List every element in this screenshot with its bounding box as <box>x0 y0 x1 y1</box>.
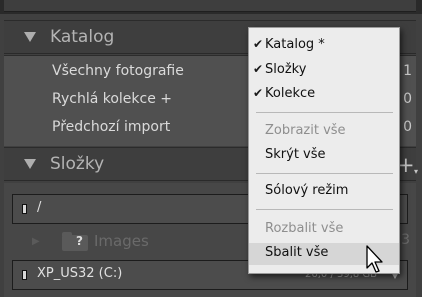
missing-folder-badge: ? <box>76 234 83 248</box>
checkmark-icon: ✔ <box>253 86 264 100</box>
catalog-item-count: 0 <box>403 91 412 107</box>
folder-icon <box>62 232 88 251</box>
menu-item-label: Kolekce <box>265 86 316 101</box>
top-band <box>0 0 422 14</box>
catalog-item-label: Předchozí import <box>52 119 171 135</box>
catalog-item-count: 1 <box>403 63 412 79</box>
disclosure-triangle-icon[interactable]: ▶ <box>32 236 40 247</box>
collapsed-panel-header[interactable] <box>4 0 416 12</box>
menu-item-label: Zobrazit vše <box>265 123 346 138</box>
menu-separator <box>256 112 393 113</box>
menu-item-show-all: Zobrazit vše <box>249 121 399 143</box>
panel-context-menu: ✔ Katalog * ✔ Složky ✔ Kolekce Zobrazit … <box>248 27 400 274</box>
checkmark-icon: ✔ <box>253 37 264 51</box>
menu-item-hide-all[interactable]: Skrýt vše <box>249 145 399 167</box>
expand-triangle-icon[interactable] <box>24 32 36 42</box>
menu-item-solo-mode[interactable]: Sólový režim <box>249 181 399 203</box>
checkmark-icon: ✔ <box>253 62 264 76</box>
catalog-item-count: 0 <box>403 119 412 135</box>
menu-item-kolekce[interactable]: ✔ Kolekce <box>249 84 399 106</box>
menu-item-label: Sbalit vše <box>265 245 329 260</box>
catalog-item-label: Rychlá kolekce + <box>52 91 173 107</box>
mouse-pointer-icon <box>366 245 383 273</box>
menu-item-label: Skrýt vše <box>265 147 326 162</box>
menu-item-label: Rozbalit vše <box>265 221 344 236</box>
menu-separator <box>256 209 393 210</box>
menu-item-label: Sólový režim <box>265 183 349 198</box>
folder-name: Images <box>94 232 149 250</box>
volume-indicator-icon <box>22 204 27 214</box>
folders-title: Složky <box>50 154 105 174</box>
menu-item-slozky[interactable]: ✔ Složky <box>249 60 399 82</box>
add-folder-caret-icon[interactable]: ▾ <box>414 167 418 176</box>
menu-item-label: Složky <box>265 62 307 77</box>
expand-triangle-icon[interactable] <box>24 159 36 169</box>
menu-item-label: Katalog * <box>265 37 325 52</box>
menu-item-katalog[interactable]: ✔ Katalog * <box>249 35 399 57</box>
volume-label: / <box>37 200 42 215</box>
volume-label: XP_US32 (C:) <box>37 266 123 281</box>
catalog-item-label: Všechny fotografie <box>52 63 184 79</box>
menu-item-expand-all: Rozbalit vše <box>249 219 399 241</box>
folder-count: 3 <box>401 232 410 248</box>
volume-indicator-icon <box>22 270 27 280</box>
catalog-title: Katalog <box>50 27 115 47</box>
menu-separator <box>256 173 393 174</box>
